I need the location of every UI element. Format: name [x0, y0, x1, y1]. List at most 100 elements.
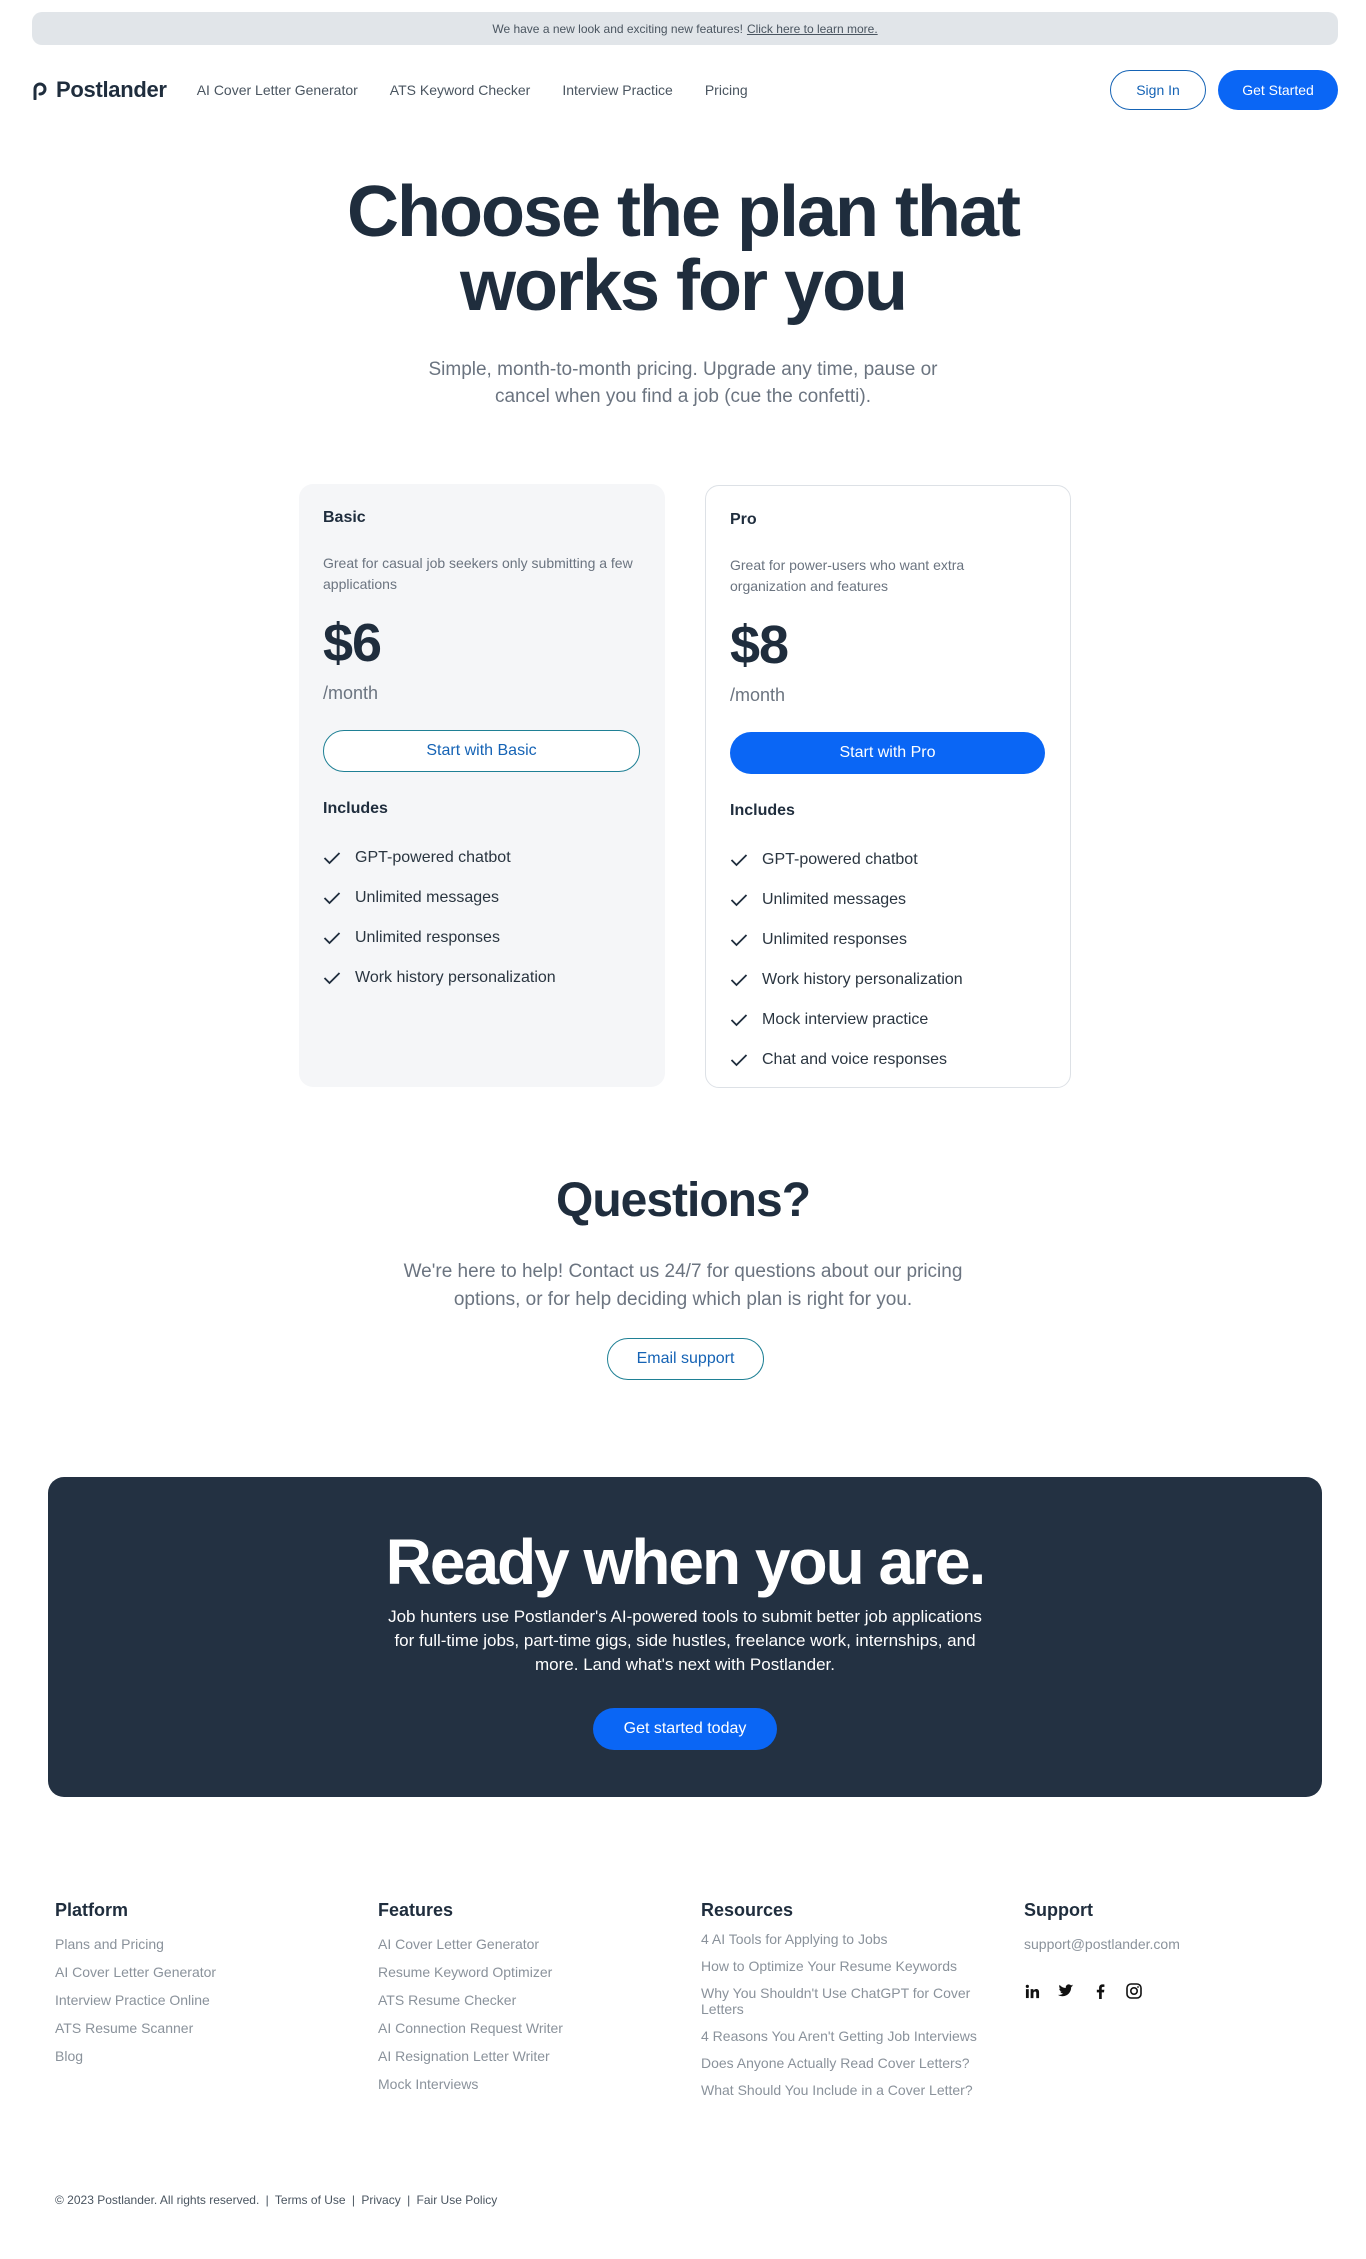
- announcement-link[interactable]: Click here to learn more.: [747, 22, 878, 36]
- plan-description: Great for casual job seekers only submit…: [323, 555, 633, 592]
- page-title-line-1: Choose the plan that: [346, 172, 1021, 252]
- footer-link[interactable]: 4 Reasons You Aren't Getting Job Intervi…: [701, 2028, 1001, 2044]
- check-icon: [323, 931, 341, 945]
- twitter-icon[interactable]: [1058, 1983, 1074, 1999]
- footer-heading: Support: [1024, 1900, 1093, 1920]
- plan-price: $8: [730, 615, 789, 675]
- check-icon: [730, 893, 748, 907]
- check-icon: [730, 933, 748, 947]
- feature-item: GPT-powered chatbot: [323, 838, 641, 878]
- footer-link[interactable]: ATS Resume Scanner: [55, 2019, 216, 2037]
- plan-card-basic: Basic Great for casual job seekers only …: [299, 484, 665, 1087]
- footer-link[interactable]: What Should You Include in a Cover Lette…: [701, 2082, 1001, 2098]
- announcement-bar: We have a new look and exciting new feat…: [32, 12, 1338, 45]
- privacy-link[interactable]: Privacy: [361, 2193, 400, 2207]
- plan-price: $6: [323, 613, 382, 673]
- feature-label: Unlimited responses: [762, 931, 907, 948]
- footer-link[interactable]: ATS Resume Checker: [378, 1991, 563, 2009]
- check-icon: [323, 891, 341, 905]
- footer-link[interactable]: AI Cover Letter Generator: [55, 1963, 216, 1981]
- footer-link[interactable]: Does Anyone Actually Read Cover Letters?: [701, 2055, 1001, 2071]
- questions-title: Questions?: [555, 1174, 811, 1227]
- email-support-button[interactable]: Email support: [607, 1338, 764, 1380]
- feature-item: Work history personalization: [730, 960, 1046, 1000]
- page-title: Choose the plan that works for you: [0, 175, 1366, 323]
- footer-copyright: © 2023 Postlander. All rights reserved. …: [55, 2193, 498, 2207]
- announcement-text: We have a new look and exciting new feat…: [492, 21, 743, 36]
- feature-item: Unlimited responses: [323, 918, 641, 958]
- footer-link[interactable]: Why You Shouldn't Use ChatGPT for Cover …: [701, 1985, 1001, 2017]
- page-subtitle: Simple, month-to-month pricing. Upgrade …: [428, 359, 938, 407]
- footer-heading: Resources: [701, 1900, 794, 1920]
- social-links: [1024, 1983, 1180, 1999]
- facebook-icon[interactable]: [1092, 1983, 1108, 1999]
- nav-link-ats-checker[interactable]: ATS Keyword Checker: [390, 82, 531, 98]
- check-icon: [730, 1013, 748, 1027]
- nav-link-interview-practice[interactable]: Interview Practice: [562, 82, 672, 98]
- instagram-icon[interactable]: [1126, 1983, 1142, 1999]
- plan-card-pro: Pro Great for power-users who want extra…: [705, 485, 1071, 1088]
- includes-label: Includes: [323, 800, 388, 817]
- footer-features: Features AI Cover Letter Generator Resum…: [378, 1900, 563, 2103]
- cta-banner: Ready when you are. Job hunters use Post…: [48, 1477, 1322, 1797]
- feature-item: Unlimited messages: [323, 878, 641, 918]
- get-started-button[interactable]: Get Started: [1218, 70, 1338, 110]
- start-basic-button[interactable]: Start with Basic: [323, 730, 640, 772]
- sign-in-button[interactable]: Sign In: [1110, 70, 1206, 110]
- feature-label: Work history personalization: [762, 971, 963, 988]
- footer-link[interactable]: AI Cover Letter Generator: [378, 1935, 563, 1953]
- check-icon: [323, 971, 341, 985]
- footer-platform: Platform Plans and Pricing AI Cover Lett…: [55, 1900, 216, 2075]
- footer-link[interactable]: Interview Practice Online: [55, 1991, 216, 2009]
- feature-label: Work history personalization: [355, 969, 556, 986]
- footer-link[interactable]: AI Resignation Letter Writer: [378, 2047, 563, 2065]
- cta-title: Ready when you are.: [385, 1526, 987, 1598]
- copyright-text: © 2023 Postlander. All rights reserved.: [55, 2193, 260, 2207]
- footer-link[interactable]: Resume Keyword Optimizer: [378, 1963, 563, 1981]
- linkedin-icon[interactable]: [1024, 1983, 1040, 1999]
- get-started-today-button[interactable]: Get started today: [593, 1708, 777, 1750]
- top-nav: Postlander AI Cover Letter Generator ATS…: [32, 70, 1338, 110]
- plan-name: Pro: [730, 511, 757, 528]
- feature-label: GPT-powered chatbot: [762, 851, 918, 868]
- plan-period: /month: [730, 685, 786, 705]
- check-icon: [730, 1053, 748, 1067]
- nav-link-cover-letter[interactable]: AI Cover Letter Generator: [197, 82, 358, 98]
- feature-item: GPT-powered chatbot: [730, 840, 1046, 880]
- footer-link[interactable]: How to Optimize Your Resume Keywords: [701, 1958, 1001, 1974]
- feature-label: Unlimited messages: [762, 891, 907, 908]
- feature-item: Work history personalization: [323, 958, 641, 998]
- footer-link[interactable]: Blog: [55, 2047, 216, 2065]
- nav-links: AI Cover Letter Generator ATS Keyword Ch…: [197, 82, 748, 98]
- footer-resources: Resources 4 AI Tools for Applying to Job…: [701, 1900, 1001, 2109]
- footer-link[interactable]: Plans and Pricing: [55, 1935, 216, 1953]
- fair-use-link[interactable]: Fair Use Policy: [417, 2193, 498, 2207]
- feature-label: Unlimited responses: [355, 929, 500, 946]
- terms-link[interactable]: Terms of Use: [275, 2193, 346, 2207]
- cta-subtitle: Job hunters use Postlander's AI-powered …: [388, 1607, 982, 1674]
- includes-label: Includes: [730, 802, 795, 819]
- check-icon: [323, 851, 341, 865]
- footer-link[interactable]: AI Connection Request Writer: [378, 2019, 563, 2037]
- footer-heading: Platform: [55, 1900, 129, 1920]
- feature-label: Unlimited messages: [355, 889, 500, 906]
- footer-heading: Features: [378, 1900, 454, 1920]
- footer-link[interactable]: 4 AI Tools for Applying to Jobs: [701, 1931, 1001, 1947]
- feature-item: Unlimited messages: [730, 880, 1046, 920]
- start-pro-button[interactable]: Start with Pro: [730, 732, 1045, 774]
- feature-label: GPT-powered chatbot: [355, 849, 511, 866]
- footer-support: Support support@postlander.com: [1024, 1900, 1180, 1999]
- check-icon: [730, 853, 748, 867]
- plan-name: Basic: [323, 509, 366, 526]
- feature-label: Chat and voice responses: [762, 1051, 947, 1068]
- feature-label: Mock interview practice: [762, 1011, 929, 1028]
- support-email-link[interactable]: support@postlander.com: [1024, 1935, 1180, 1953]
- feature-list: GPT-powered chatbot Unlimited messages U…: [323, 838, 641, 998]
- feature-item: Unlimited responses: [730, 920, 1046, 960]
- plan-period: /month: [323, 683, 379, 703]
- footer-link[interactable]: Mock Interviews: [378, 2075, 563, 2093]
- nav-link-pricing[interactable]: Pricing: [705, 82, 748, 98]
- feature-list: GPT-powered chatbot Unlimited messages U…: [730, 840, 1046, 1080]
- check-icon: [730, 973, 748, 987]
- logo[interactable]: Postlander: [32, 77, 167, 103]
